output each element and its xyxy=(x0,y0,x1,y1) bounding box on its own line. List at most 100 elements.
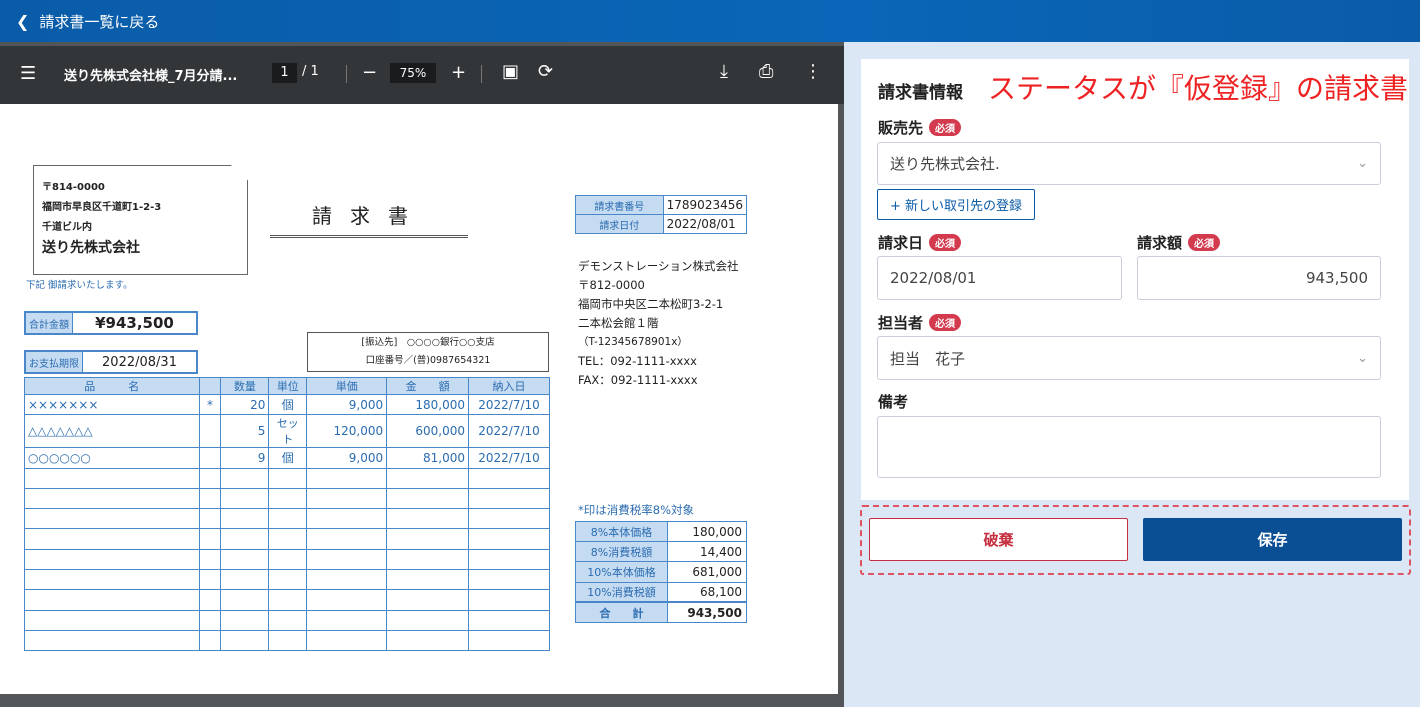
download-icon[interactable]: ⤓ xyxy=(720,61,728,82)
due-box: お支払期限 2022/08/31 xyxy=(24,350,198,374)
bank-line2: 口座番号／(普)0987654321 xyxy=(365,355,491,366)
invoice-note: 下記 御請求いたします。 xyxy=(26,280,133,291)
tax-note: *印は消費税率8%対象 xyxy=(578,503,694,517)
issuer-line: FAX：092-1111-xxxx xyxy=(578,373,698,387)
due-label: お支払期限 xyxy=(26,352,83,372)
summary-label: 8%本体価格 xyxy=(575,520,668,543)
header-mark xyxy=(198,377,222,395)
pdf-toolbar: ☰ 送り先株式会社様_7月分請... 1 / 1 − 75% + ▣ ⟳ ⤓ ⎙… xyxy=(0,46,844,104)
recipient-address: 〒814-0000 福岡市早良区千道町1-2-3 千道ビル内 送り先株式会社 xyxy=(33,165,248,275)
cell: 81,000 xyxy=(386,447,470,469)
bank-info: [振込先] ○○○○銀行○○支店 口座番号／(普)0987654321 xyxy=(307,332,549,372)
amount-input[interactable]: 943,500 xyxy=(1137,256,1381,300)
divider xyxy=(346,65,347,83)
table-row: ××××××× * 20 個 9,000 180,000 2022/7/10 xyxy=(24,393,550,416)
summary-table: 8%本体価格 180,000 8%消費税額 14,400 10%本体価格 681,00… xyxy=(575,520,747,623)
header-unit: 単位 xyxy=(268,377,308,395)
required-badge: 必須 xyxy=(929,119,962,136)
pdf-filename: 送り先株式会社様_7月分請... xyxy=(64,69,238,84)
header-date: 納入日 xyxy=(468,377,550,395)
cell: ○○○○○○ xyxy=(24,447,200,469)
table-row: △△△△△△△ 5 セット 120,000 600,000 2022/7/10 xyxy=(24,414,550,449)
header-name: 品 名 xyxy=(24,377,200,395)
cell: 9,000 xyxy=(306,393,388,416)
table-row-empty xyxy=(24,528,550,550)
zoom-input[interactable]: 75% xyxy=(390,63,436,83)
back-label: 請求書一覧に戻る xyxy=(39,12,160,31)
table-header: 品 名 数量 単位 単価 金 額 納入日 xyxy=(24,377,550,395)
invoice-number-label: 請求書番号 xyxy=(575,195,664,215)
header-qty: 数量 xyxy=(220,377,270,395)
rotate-icon[interactable]: ⟳ xyxy=(538,61,553,82)
summary-value: 14,400 xyxy=(667,541,747,563)
date-input[interactable]: 2022/08/01 xyxy=(877,256,1122,300)
table-row-empty xyxy=(24,569,550,591)
cell: 20 xyxy=(220,393,270,416)
divider xyxy=(481,65,482,83)
addr-zip: 〒814-0000 xyxy=(42,182,105,193)
page-total: / 1 xyxy=(302,64,319,79)
back-link[interactable]: ❮ 請求書一覧に戻る xyxy=(0,0,1420,42)
table-row-empty xyxy=(24,589,550,611)
summary-label: 10%消費税額 xyxy=(575,581,668,603)
table-row-empty xyxy=(24,508,550,530)
addr-line2: 千道ビル内 xyxy=(42,222,92,233)
date-label: 請求日 必須 xyxy=(878,232,962,253)
amount-label: 請求額 必須 xyxy=(1137,232,1221,253)
due-value: 2022/08/31 xyxy=(102,354,177,370)
amount-value: 943,500 xyxy=(1305,269,1368,287)
cell: 2022/7/10 xyxy=(468,414,550,449)
summary-total-label: 合 計 xyxy=(575,601,668,623)
discard-button[interactable]: 破棄 xyxy=(869,518,1128,561)
cell: △△△△△△△ xyxy=(24,414,200,449)
fit-page-icon[interactable]: ▣ xyxy=(502,61,519,82)
addr-line1: 福岡市早良区千道町1-2-3 xyxy=(42,202,162,213)
header-price: 単価 xyxy=(306,377,388,395)
summary-value: 68,100 xyxy=(667,581,747,603)
required-badge: 必須 xyxy=(929,314,962,331)
print-icon[interactable]: ⎙ xyxy=(759,61,773,82)
cell: 5 xyxy=(220,414,270,449)
zoom-out-icon[interactable]: − xyxy=(362,62,377,83)
more-icon[interactable]: ⋮ xyxy=(804,61,822,82)
memo-textarea[interactable] xyxy=(877,416,1381,478)
cell: 個 xyxy=(268,447,308,469)
cell: セット xyxy=(268,414,308,449)
invoice-title: 請求書 xyxy=(270,200,468,238)
items-table: 品 名 数量 単位 単価 金 額 納入日 ××××××× * 20 個 9,00… xyxy=(24,377,550,652)
new-partner-button[interactable]: + 新しい取引先の登録 xyxy=(877,189,1035,220)
table-row-empty xyxy=(24,467,550,489)
invoice-number: 1789023456 xyxy=(662,195,748,215)
summary-label: 10%本体価格 xyxy=(575,561,668,583)
menu-icon[interactable]: ☰ xyxy=(20,63,36,84)
status-annotation: ステータスが『仮登録』の請求書 xyxy=(988,72,1409,105)
cell: 9 xyxy=(220,447,270,469)
summary-value: 180,000 xyxy=(667,520,747,543)
seller-select[interactable]: 送り先株式会社. ⌄ xyxy=(877,142,1381,185)
issuer-line: TEL：092-1111-xxxx xyxy=(578,354,697,368)
zoom-in-icon[interactable]: + xyxy=(451,62,466,83)
person-label: 担当者 必須 xyxy=(878,312,962,333)
chevron-down-icon: ⌄ xyxy=(1357,350,1368,366)
date-label-text: 請求日 xyxy=(878,234,924,252)
seller-label: 販売先 必須 xyxy=(878,117,962,138)
table-row: ○○○○○○ 9 個 9,000 81,000 2022/7/10 xyxy=(24,447,550,469)
cell: 180,000 xyxy=(386,393,470,416)
date-value: 2022/08/01 xyxy=(890,269,977,287)
person-select[interactable]: 担当 花子 ⌄ xyxy=(877,336,1381,380)
cell: 2022/7/10 xyxy=(468,447,550,469)
issuer-line: 二本松会館１階 xyxy=(578,316,659,330)
table-row-empty xyxy=(24,629,550,652)
person-label-text: 担当者 xyxy=(878,314,924,332)
header-amount: 金 額 xyxy=(386,377,470,395)
table-row-empty xyxy=(24,609,550,631)
seller-label-text: 販売先 xyxy=(878,119,924,137)
cell: 9,000 xyxy=(306,447,388,469)
bank-line1: [振込先] ○○○○銀行○○支店 xyxy=(361,337,495,348)
required-badge: 必須 xyxy=(929,234,962,251)
total-box: 合計金額 ¥943,500 xyxy=(24,311,198,335)
page-number-input[interactable]: 1 xyxy=(272,63,297,83)
chevron-left-icon: ❮ xyxy=(16,11,30,31)
summary-value: 681,000 xyxy=(667,561,747,583)
save-button[interactable]: 保存 xyxy=(1143,518,1402,561)
